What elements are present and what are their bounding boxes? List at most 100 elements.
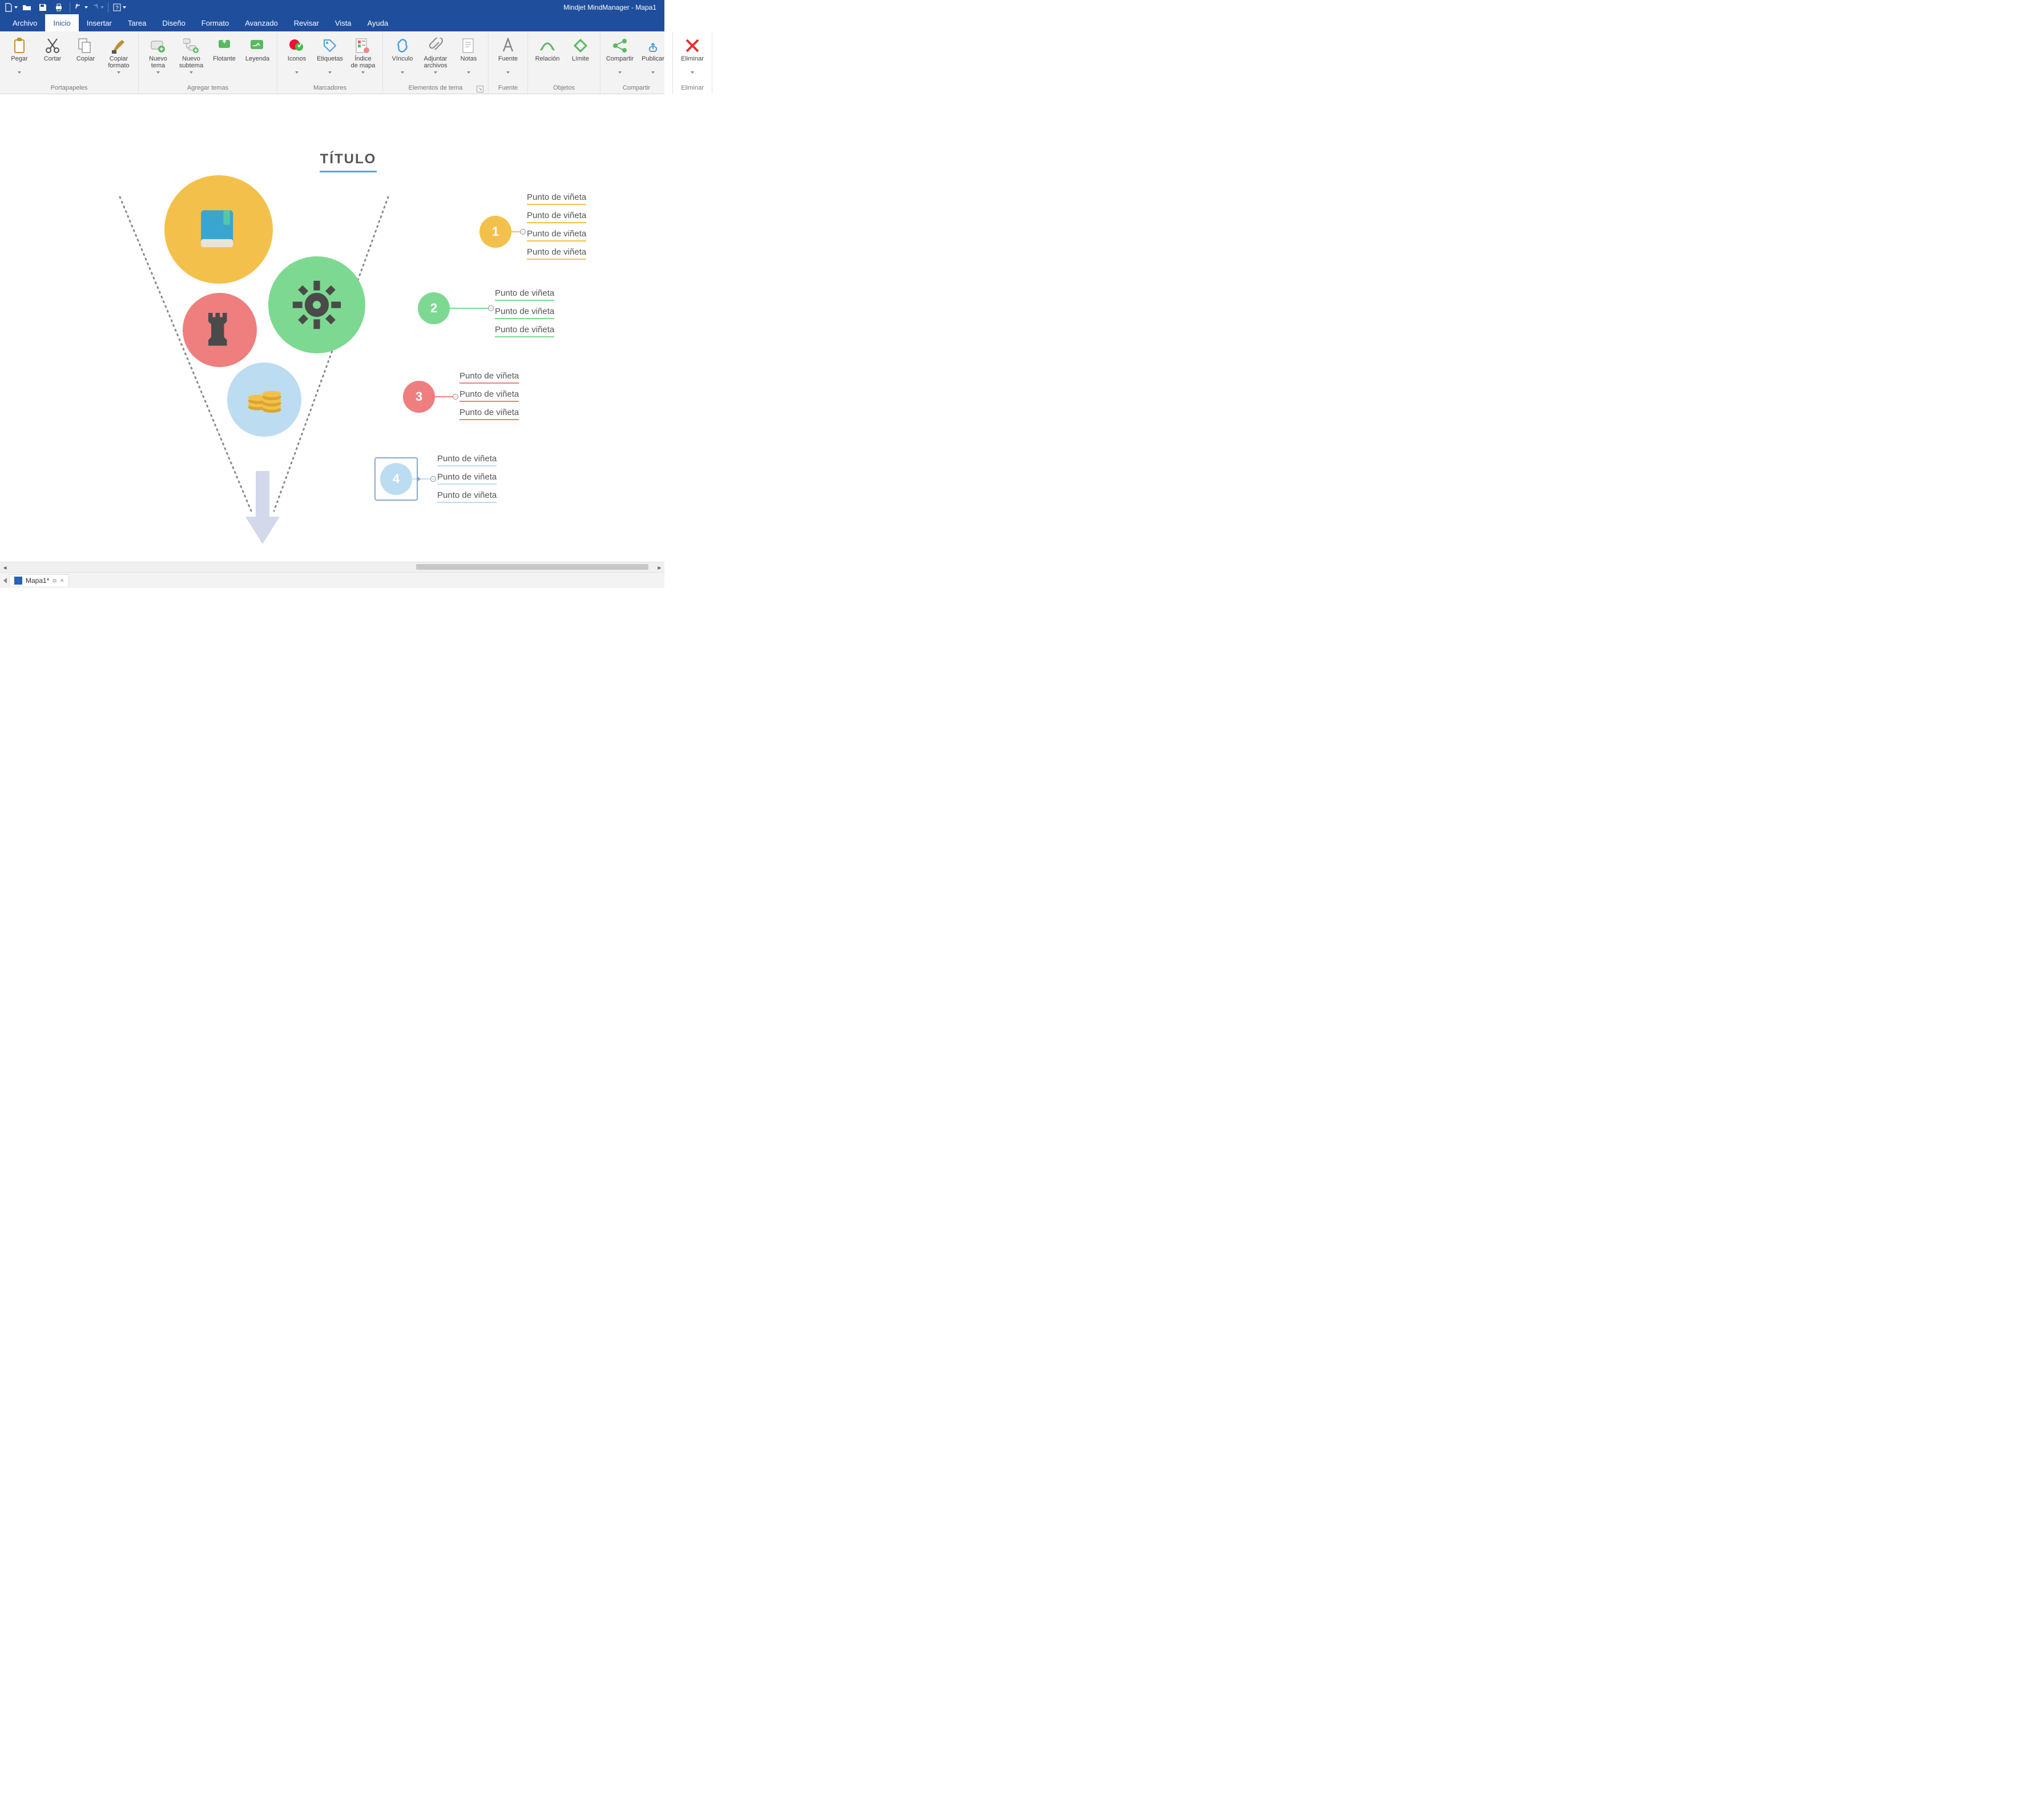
menu-inicio[interactable]: Inicio	[45, 14, 78, 31]
ribbon-fuente[interactable]: Fuente	[492, 34, 524, 76]
ribbon--ndice-de-mapa[interactable]: Índicede mapa	[347, 34, 379, 76]
funnel-circle-gear[interactable]	[268, 256, 365, 353]
ribbon-nuevo-tema[interactable]: Nuevotema	[142, 34, 174, 76]
bullet-item[interactable]: Punto de viñeta	[459, 408, 519, 420]
menu-diseño[interactable]: Diseño	[154, 14, 193, 31]
bullet-group-3: Punto de viñeta Punto de viñeta Punto de v…	[459, 371, 519, 420]
bullet-item[interactable]: Punto de viñeta	[437, 454, 497, 466]
collapse-toggle-icon[interactable]: −	[430, 476, 436, 482]
qat-redo-icon[interactable]	[90, 1, 104, 14]
chevron-down-icon	[506, 71, 510, 74]
chevron-down-icon	[117, 71, 120, 74]
bullet-item[interactable]: Punto de viñeta	[527, 192, 586, 205]
node-resize-handle-icon[interactable]	[417, 476, 421, 482]
ribbon-copiar[interactable]: Copiar	[70, 34, 102, 73]
document-tab-bar: Mapa1* ⧉ ✕	[0, 572, 664, 588]
ribbon-adjuntar-archivos[interactable]: Adjuntararchivos	[420, 34, 451, 76]
ribbon-cortar[interactable]: Cortar	[37, 34, 68, 73]
copy-icon	[78, 36, 94, 55]
bullet-item[interactable]: Punto de viñeta	[495, 307, 554, 319]
book-icon	[193, 204, 244, 255]
funnel-circle-book[interactable]	[164, 175, 273, 284]
selected-node-frame[interactable]: 4	[374, 457, 418, 501]
tab-popout-icon[interactable]: ⧉	[53, 578, 56, 584]
menu-avanzado[interactable]: Avanzado	[237, 14, 286, 31]
node-4[interactable]: 4	[380, 463, 412, 495]
icons-icon	[289, 36, 305, 55]
ribbon-nuevo-subtema[interactable]: Nuevosubtema	[175, 34, 207, 76]
doc-icon	[14, 577, 22, 585]
menu-tarea[interactable]: Tarea	[120, 14, 155, 31]
chevron-down-icon	[190, 71, 193, 74]
font-icon	[500, 36, 516, 55]
scroll-left-icon[interactable]: ◂	[0, 562, 10, 572]
bullet-item[interactable]: Punto de viñeta	[437, 472, 497, 485]
ribbon-group-label: Fuente	[492, 84, 524, 92]
ribbon-relaci-n[interactable]: Relación	[531, 34, 563, 73]
ribbon-compartir[interactable]: Compartir	[604, 34, 636, 76]
funnel-circle-coins[interactable]	[227, 363, 301, 437]
ribbon-group-label: Compartir	[604, 84, 669, 92]
bullet-item[interactable]: Punto de viñeta	[495, 325, 554, 337]
menu-revisar[interactable]: Revisar	[286, 14, 327, 31]
bullet-item[interactable]: Punto de viñeta	[527, 229, 586, 241]
ribbon-group-eliminar: Eliminar Eliminar	[673, 31, 712, 94]
bullet-item[interactable]: Punto de viñeta	[495, 288, 554, 301]
bullet-item[interactable]: Punto de viñeta	[459, 389, 519, 402]
menu-ayuda[interactable]: Ayuda	[360, 14, 397, 31]
funnel-circle-rook[interactable]	[183, 293, 257, 367]
ribbon-publicar[interactable]: Publicar	[637, 34, 669, 76]
ribbon-group-label: Eliminar	[676, 84, 708, 92]
bullet-item[interactable]: Punto de viñeta	[437, 490, 497, 503]
newsub-icon	[183, 36, 199, 55]
menu-vista[interactable]: Vista	[327, 14, 360, 31]
node-2[interactable]: 2	[418, 292, 450, 324]
bullet-item[interactable]: Punto de viñeta	[527, 211, 586, 223]
ribbon-group-elementos-de-tema: VínculoAdjuntararchivosNotasElementos de…	[383, 31, 489, 94]
tab-close-icon[interactable]: ✕	[60, 578, 64, 584]
chevron-down-icon	[651, 71, 655, 74]
share-icon	[612, 36, 628, 55]
horizontal-scrollbar[interactable]: ◂ ▸	[0, 562, 664, 572]
ribbon-etiquetas[interactable]: Etiquetas	[314, 34, 346, 76]
menu-archivo[interactable]: Archivo	[5, 14, 45, 31]
bullet-group-4: Punto de viñeta Punto de viñeta Punto de v…	[437, 454, 497, 503]
qat-save-icon[interactable]	[35, 1, 50, 14]
node-3[interactable]: 3	[403, 381, 435, 413]
ribbon-notas[interactable]: Notas	[453, 34, 485, 76]
scroll-thumb[interactable]	[416, 564, 648, 570]
ribbon-group-portapapeles: PegarCortarCopiarCopiarformatoPortapapel…	[0, 31, 139, 94]
qat-print-icon[interactable]	[51, 1, 66, 14]
scroll-right-icon[interactable]: ▸	[655, 562, 664, 572]
ribbon-group-label: Agregar temas	[142, 84, 273, 92]
ribbon-copiar-formato[interactable]: Copiarformato	[103, 34, 135, 76]
ribbon-iconos[interactable]: Iconos	[281, 34, 313, 76]
collapse-toggle-icon[interactable]: −	[453, 394, 458, 400]
collapse-toggle-icon[interactable]: −	[488, 305, 494, 311]
ribbon-v-nculo[interactable]: Vínculo	[386, 34, 418, 76]
menu-formato[interactable]: Formato	[193, 14, 237, 31]
tag-icon	[322, 36, 338, 55]
notes-icon	[461, 36, 477, 55]
ribbon-flotante[interactable]: Flotante	[208, 34, 240, 73]
qat-new-icon[interactable]	[3, 1, 18, 14]
bullet-item[interactable]: Punto de viñeta	[459, 371, 519, 384]
qat-open-icon[interactable]	[19, 1, 34, 14]
document-tab[interactable]: Mapa1* ⧉ ✕	[9, 574, 69, 586]
node-1[interactable]: 1	[479, 216, 511, 248]
dialog-launcher-icon[interactable]: ↘	[477, 86, 483, 92]
bullet-group-2: Punto de viñeta Punto de viñeta Punto de v…	[495, 288, 554, 337]
index-icon	[355, 36, 371, 55]
qat-undo-icon[interactable]	[74, 1, 88, 14]
ribbon-leyenda[interactable]: Leyenda	[241, 34, 273, 73]
bullet-item[interactable]: Punto de viñeta	[527, 247, 586, 260]
ribbon-pegar[interactable]: Pegar	[3, 34, 35, 76]
menu-insertar[interactable]: Insertar	[79, 14, 120, 31]
qat-help-icon[interactable]: ?	[112, 1, 127, 14]
ribbon-eliminar[interactable]: Eliminar	[676, 34, 708, 76]
paste-icon	[11, 36, 27, 55]
collapse-toggle-icon[interactable]: −	[520, 229, 526, 235]
tab-nav-prev-icon[interactable]	[3, 578, 7, 583]
canvas-area[interactable]: TÍTULO −1Punto de viñetaPunto	[0, 94, 664, 562]
ribbon-l-mite[interactable]: Límite	[565, 34, 596, 73]
